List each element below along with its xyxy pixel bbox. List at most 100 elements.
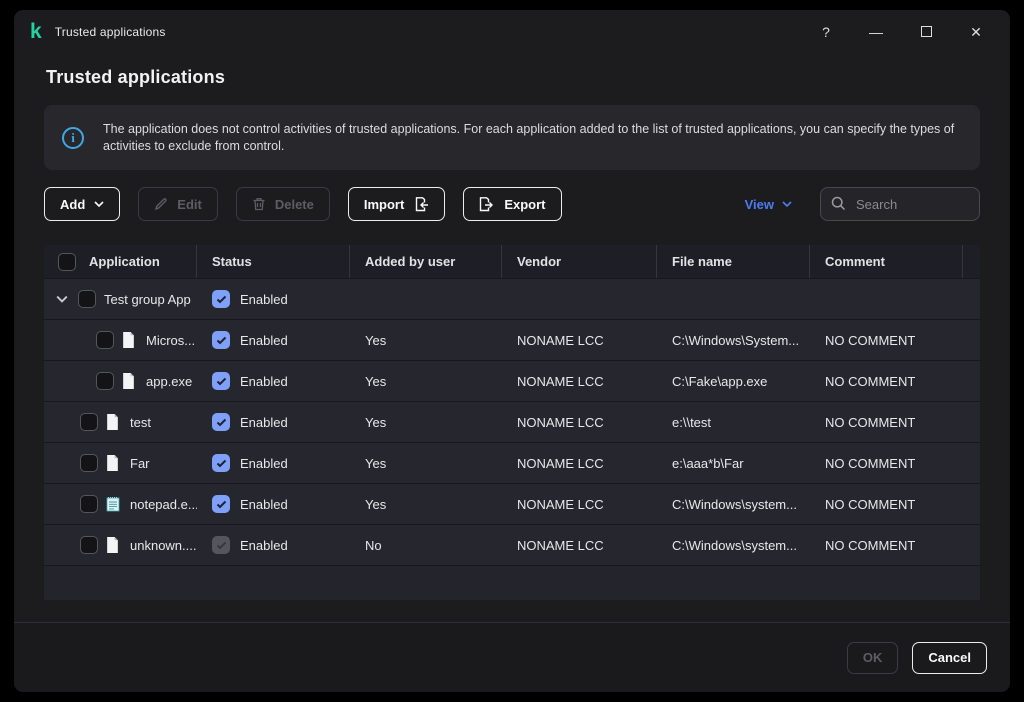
maximize-button[interactable] <box>918 24 934 40</box>
vendor-cell: NONAME LCC <box>517 332 604 348</box>
chevron-down-icon <box>782 201 792 207</box>
edit-button-label: Edit <box>177 196 202 212</box>
view-dropdown[interactable]: View <box>745 197 792 212</box>
row-checkbox[interactable] <box>80 495 98 513</box>
add-button[interactable]: Add <box>44 187 121 221</box>
add-button-label: Add <box>60 196 86 212</box>
file-name-cell: e:\aaa*b\Far <box>672 455 744 471</box>
header-vendor: Vendor <box>502 245 657 278</box>
export-button-label: Export <box>504 196 546 212</box>
file-name-cell: C:\Windows\system... <box>672 537 797 553</box>
application-name: notepad.e... <box>130 496 197 512</box>
file-icon <box>106 455 120 471</box>
trash-icon <box>253 198 265 211</box>
comment-cell: NO COMMENT <box>825 414 916 430</box>
comment-cell <box>810 279 963 319</box>
row-checkbox[interactable] <box>78 290 96 308</box>
table-row[interactable]: Test group App Enabled <box>44 278 980 319</box>
status-checkbox[interactable] <box>212 372 230 390</box>
search-icon <box>831 196 846 211</box>
cancel-button[interactable]: Cancel <box>912 641 987 674</box>
file-icon <box>106 414 120 430</box>
application-name: app.exe <box>146 373 193 389</box>
row-checkbox[interactable] <box>96 331 114 349</box>
window-title: Trusted applications <box>54 25 166 39</box>
vendor-cell: NONAME LCC <box>517 373 604 389</box>
maximize-icon <box>920 26 932 37</box>
status-label: Enabled <box>240 332 288 348</box>
comment-cell: NO COMMENT <box>825 373 916 389</box>
delete-button[interactable]: Delete <box>235 187 330 221</box>
export-icon <box>480 196 494 211</box>
edit-button[interactable]: Edit <box>138 187 218 221</box>
table-header: Application Status Added by user Vendor … <box>44 245 980 278</box>
table-row[interactable]: unknown.... Enabled No NONAME LCC C:\Win… <box>44 524 980 565</box>
row-checkbox[interactable] <box>80 454 98 472</box>
table-row[interactable]: Micros... Enabled Yes NONAME LCC C:\Wind… <box>44 319 980 360</box>
vendor-cell: NONAME LCC <box>517 496 604 512</box>
comment-cell: NO COMMENT <box>825 332 916 348</box>
status-checkbox[interactable] <box>212 413 230 431</box>
application-name: Far <box>130 455 150 471</box>
added-by-user-cell: No <box>365 537 382 553</box>
added-by-user-cell: Yes <box>365 332 387 348</box>
file-name-cell: e:\\test <box>672 414 712 430</box>
added-by-user-cell: Yes <box>365 414 387 430</box>
footer-bar: OK Cancel <box>14 622 1010 692</box>
file-name-cell <box>657 279 810 319</box>
status-checkbox[interactable] <box>212 331 230 349</box>
page-title: Trusted applications <box>46 67 226 87</box>
import-button[interactable]: Import <box>347 187 446 221</box>
added-by-user-cell: Yes <box>365 455 387 471</box>
row-checkbox[interactable] <box>80 413 98 431</box>
close-button[interactable]: ✕ <box>968 24 984 41</box>
export-button[interactable]: Export <box>463 187 562 221</box>
import-button-label: Import <box>363 196 405 212</box>
status-checkbox[interactable] <box>212 495 230 513</box>
table-row[interactable]: app.exe Enabled Yes NONAME LCC C:\Fake\a… <box>44 360 980 401</box>
toolbar: Add Edit Delete Import Export View <box>44 187 980 221</box>
application-name: Test group App <box>104 291 191 307</box>
import-icon <box>416 196 429 211</box>
status-checkbox <box>212 536 230 554</box>
column-label: Application <box>89 254 160 269</box>
status-label: Enabled <box>240 496 288 512</box>
status-label: Enabled <box>240 291 288 307</box>
delete-button-label: Delete <box>274 196 314 212</box>
comment-cell: NO COMMENT <box>825 455 916 471</box>
table-row[interactable]: Far Enabled Yes NONAME LCC e:\aaa*b\Far … <box>44 442 980 483</box>
added-by-user-cell <box>350 279 502 319</box>
table-row[interactable]: test Enabled Yes NONAME LCC e:\\test NO … <box>44 401 980 442</box>
file-name-cell: C:\Fake\app.exe <box>672 373 768 389</box>
applications-table: Application Status Added by user Vendor … <box>44 245 980 600</box>
vendor-cell: NONAME LCC <box>517 455 604 471</box>
table-row[interactable]: notepad.e... Enabled Yes NONAME LCC C:\W… <box>44 483 980 524</box>
added-by-user-cell: Yes <box>365 373 387 389</box>
help-button[interactable]: ? <box>818 24 834 40</box>
info-banner: i The application does not control activ… <box>44 105 980 170</box>
table-empty-area <box>44 565 980 600</box>
status-label: Enabled <box>240 373 288 389</box>
file-icon <box>106 537 120 553</box>
info-banner-text: The application does not control activit… <box>103 121 955 153</box>
status-checkbox[interactable] <box>212 454 230 472</box>
vendor-cell: NONAME LCC <box>517 537 604 553</box>
status-checkbox[interactable] <box>212 290 230 308</box>
file-icon <box>122 332 136 348</box>
ok-button[interactable]: OK <box>846 641 899 674</box>
notepad-icon <box>106 496 120 512</box>
minimize-button[interactable]: — <box>868 24 884 40</box>
row-checkbox[interactable] <box>96 372 114 390</box>
cancel-button-label: Cancel <box>928 650 971 665</box>
application-name: Micros... <box>146 332 196 348</box>
row-checkbox[interactable] <box>80 536 98 554</box>
header-spacer <box>963 245 980 278</box>
header-comment: Comment <box>810 245 963 278</box>
collapse-chevron-icon[interactable] <box>56 295 70 303</box>
pencil-icon <box>155 198 167 211</box>
ok-button-label: OK <box>862 650 883 665</box>
status-label: Enabled <box>240 537 288 553</box>
file-name-cell: C:\Windows\System... <box>672 332 800 348</box>
view-dropdown-label: View <box>744 196 774 212</box>
select-all-checkbox[interactable] <box>58 252 76 271</box>
